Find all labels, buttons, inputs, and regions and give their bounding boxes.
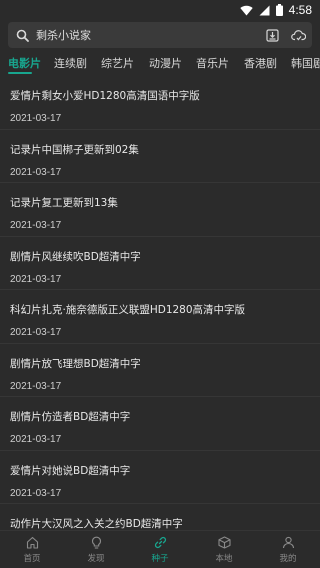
bottom-nav: 首页 发现 种子 本地 我的 [0, 530, 320, 568]
refresh-cloud-icon[interactable] [290, 27, 306, 43]
nav-discover-label: 发现 [87, 554, 105, 564]
nav-mine[interactable]: 我的 [256, 531, 320, 568]
lightbulb-icon [89, 535, 103, 549]
category-tabs: 电影片 连续剧 综艺片 动漫片 音乐片 香港剧 韩国剧 [0, 52, 320, 76]
nav-seed-label: 种子 [151, 554, 169, 564]
search-icon [14, 27, 30, 43]
item-date: 2021-03-17 [10, 273, 62, 285]
list-item[interactable]: 科幻片扎克·施奈德版正义联盟HD1280高清中字版 2021-03-17 [0, 290, 320, 344]
item-title: 爱情片对她说BD超清中字 [10, 464, 131, 477]
tab-variety[interactable]: 综艺片 [101, 55, 134, 71]
item-date: 2021-03-17 [10, 434, 62, 445]
tab-series[interactable]: 连续剧 [54, 55, 87, 71]
list-item[interactable]: 爱情片剩女小爱HD1280高清国语中字版 2021-03-17 [0, 76, 320, 130]
battery-icon [275, 4, 283, 16]
nav-mine-label: 我的 [279, 554, 297, 564]
tab-korean-drama[interactable]: 韩国剧 [291, 55, 320, 71]
signal-icon [259, 5, 270, 15]
wifi-icon [239, 5, 253, 16]
list-item[interactable]: 爱情片对她说BD超清中字 2021-03-17 [0, 451, 320, 504]
item-title: 记录片复工更新到13集 [10, 197, 118, 209]
person-icon [281, 535, 295, 549]
list-item[interactable]: 剧情片放飞理想BD超清中字 2021-03-17 [0, 344, 320, 397]
item-date: 2021-03-17 [10, 487, 62, 499]
nav-seed[interactable]: 种子 [128, 531, 192, 568]
torrent-list: 爱情片剩女小爱HD1280高清国语中字版 2021-03-17 记录片中国梆子更… [0, 76, 320, 530]
list-item[interactable]: 剧情片仿造者BD超清中字 2021-03-17 [0, 397, 320, 451]
active-tab-indicator [8, 72, 32, 74]
item-date: 2021-03-17 [10, 220, 62, 231]
nav-discover[interactable]: 发现 [64, 531, 128, 568]
item-title: 爱情片剩女小爱HD1280高清国语中字版 [10, 90, 200, 102]
home-icon [25, 535, 39, 549]
tab-movie[interactable]: 电影片 [8, 55, 41, 71]
search-box[interactable]: 剩杀小说家 [8, 22, 312, 48]
item-title: 剧情片放飞理想BD超清中字 [10, 357, 141, 370]
status-bar: 4:58 [0, 0, 320, 20]
item-title: 科幻片扎克·施奈德版正义联盟HD1280高清中字版 [10, 304, 246, 316]
list-item[interactable]: 记录片复工更新到13集 2021-03-17 [0, 183, 320, 237]
list-item[interactable]: 动作片大汉风之入关之约BD超清中字 [0, 504, 320, 530]
item-title: 剧情片风继续吹BD超清中字 [10, 250, 141, 263]
nav-home-label: 首页 [23, 554, 41, 564]
nav-local[interactable]: 本地 [192, 531, 256, 568]
search-input[interactable]: 剩杀小说家 [36, 27, 254, 43]
list-item[interactable]: 记录片中国梆子更新到02集 2021-03-17 [0, 130, 320, 183]
cube-icon [217, 535, 231, 549]
item-title: 记录片中国梆子更新到02集 [10, 143, 139, 156]
tab-music[interactable]: 音乐片 [196, 55, 229, 71]
status-time: 4:58 [288, 3, 312, 17]
item-title: 剧情片仿造者BD超清中字 [10, 411, 131, 423]
tab-hk-drama[interactable]: 香港剧 [244, 55, 277, 71]
item-date: 2021-03-17 [10, 327, 62, 338]
nav-home[interactable]: 首页 [0, 531, 64, 568]
link-icon [153, 535, 167, 549]
search-bar[interactable]: 剩杀小说家 [8, 22, 312, 48]
tab-anime[interactable]: 动漫片 [149, 55, 182, 71]
list-item[interactable]: 剧情片风继续吹BD超清中字 2021-03-17 [0, 237, 320, 290]
item-date: 2021-03-17 [10, 113, 62, 124]
item-date: 2021-03-17 [10, 380, 62, 392]
item-title: 动作片大汉风之入关之约BD超清中字 [10, 518, 183, 530]
nav-local-label: 本地 [215, 554, 233, 564]
item-date: 2021-03-17 [10, 166, 62, 178]
download-icon[interactable] [264, 27, 280, 43]
